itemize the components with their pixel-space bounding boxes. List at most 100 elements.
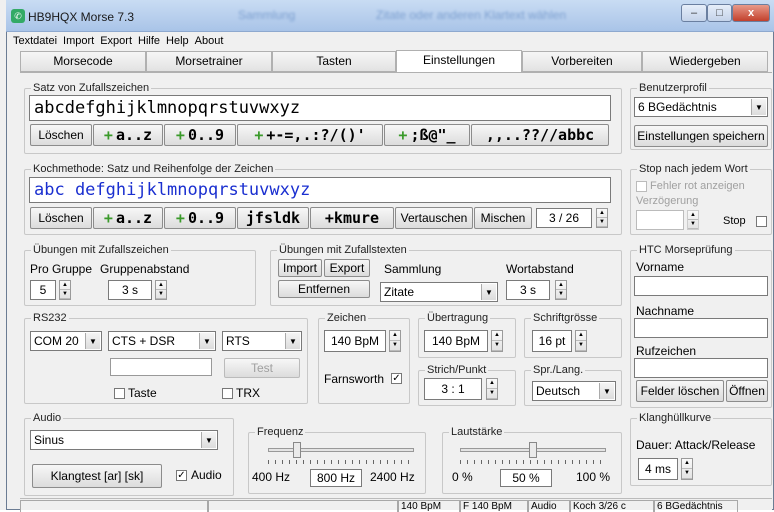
menu-hilfe[interactable]: Hilfe [138, 35, 160, 47]
spin-up-icon[interactable]: ▲ [487, 379, 497, 389]
transmission-speed-input[interactable]: 140 BpM [424, 330, 488, 352]
tab-morsetrainer[interactable]: Morsetrainer [146, 51, 272, 72]
spin-down-icon[interactable]: ▼ [597, 218, 607, 227]
koch-counter-spinner[interactable]: ▲ ▼ [596, 208, 608, 228]
spin-up-icon[interactable]: ▲ [688, 211, 698, 220]
rts-select[interactable]: RTS ▼ [222, 331, 302, 351]
export-button[interactable]: Export [324, 259, 370, 277]
rs232-test-button[interactable]: Test [224, 358, 300, 378]
random-chars-az-button[interactable]: + a..z [93, 124, 163, 146]
per-group-input[interactable]: 5 [30, 280, 56, 300]
menu-export[interactable]: Export [100, 35, 132, 47]
spin-up-icon[interactable]: ▲ [156, 281, 166, 290]
envelope-input[interactable]: 4 ms [638, 458, 678, 480]
delay-spinner[interactable]: ▲ ▼ [687, 210, 699, 230]
random-chars-09-button[interactable]: +0..9 [164, 124, 236, 146]
group-gap-spinner[interactable]: ▲ ▼ [155, 280, 167, 300]
com-port-select[interactable]: COM 20 ▼ [30, 331, 102, 351]
random-chars-input[interactable]: abcdefghijklmnopqrstuvwxyz [29, 95, 611, 121]
open-button[interactable]: Öffnen [726, 380, 768, 402]
chevron-down-icon[interactable]: ▼ [85, 333, 100, 349]
clear-fields-button[interactable]: Felder löschen [636, 380, 724, 402]
menu-textdatei[interactable]: Textdatei [13, 35, 57, 47]
fontsize-input[interactable]: 16 pt [532, 330, 572, 352]
random-chars-symbols3-button[interactable]: ,,..??//abbc [471, 124, 609, 146]
profile-select[interactable]: 6 BGedächtnis ▼ [634, 97, 768, 117]
lastname-input[interactable] [634, 318, 768, 338]
waveform-select[interactable]: Sinus ▼ [30, 430, 218, 450]
farnsworth-checkbox[interactable]: ✓ [391, 373, 402, 384]
import-button[interactable]: Import [278, 259, 322, 277]
ratio-input[interactable]: 3 : 1 [424, 378, 482, 400]
chevron-down-icon[interactable]: ▼ [599, 383, 614, 399]
zeichen-speed-input[interactable]: 140 BpM [324, 330, 386, 352]
random-chars-clear-button[interactable]: Löschen [30, 124, 92, 146]
frequency-slider-track[interactable] [268, 448, 414, 452]
spin-down-icon[interactable]: ▼ [576, 341, 586, 351]
save-settings-button[interactable]: Einstellungen speichern [634, 125, 768, 147]
audio-checkbox[interactable]: ✓ [176, 470, 187, 481]
koch-set2-button[interactable]: +kmure [310, 207, 394, 229]
tab-einstellungen[interactable]: Einstellungen [396, 50, 522, 73]
language-select[interactable]: Deutsch ▼ [532, 381, 616, 401]
spin-down-icon[interactable]: ▼ [60, 290, 70, 299]
spin-up-icon[interactable]: ▲ [556, 281, 566, 290]
spin-up-icon[interactable]: ▲ [60, 281, 70, 290]
signal-select[interactable]: CTS + DSR ▼ [108, 331, 216, 351]
chevron-down-icon[interactable]: ▼ [199, 333, 214, 349]
close-button[interactable]: x [732, 4, 770, 22]
spin-up-icon[interactable]: ▲ [576, 331, 586, 341]
spin-up-icon[interactable]: ▲ [390, 331, 400, 341]
error-red-checkbox[interactable] [636, 181, 647, 192]
spin-down-icon[interactable]: ▼ [492, 341, 502, 351]
koch-set1-button[interactable]: jfsldk [237, 207, 309, 229]
firstname-input[interactable] [634, 276, 768, 296]
sound-test-button[interactable]: Klangtest [ar] [sk] [32, 464, 162, 488]
koch-az-button[interactable]: + a..z [93, 207, 163, 229]
stop-checkbox[interactable] [756, 216, 767, 227]
remove-button[interactable]: Entfernen [278, 280, 370, 298]
per-group-spinner[interactable]: ▲ ▼ [59, 280, 71, 300]
fontsize-spinner[interactable]: ▲ ▼ [575, 330, 587, 352]
koch-mix-button[interactable]: Mischen [474, 207, 532, 229]
volume-slider-thumb[interactable] [529, 442, 537, 458]
chevron-down-icon[interactable]: ▼ [201, 432, 216, 448]
tab-wiedergeben[interactable]: Wiedergeben [642, 51, 768, 72]
tab-morsecode[interactable]: Morsecode [20, 51, 146, 72]
spin-down-icon[interactable]: ▼ [556, 290, 566, 299]
menu-import[interactable]: Import [63, 35, 94, 47]
menu-help[interactable]: Help [166, 35, 189, 47]
chevron-down-icon[interactable]: ▼ [751, 99, 766, 115]
transmission-speed-spinner[interactable]: ▲ ▼ [491, 330, 503, 352]
frequency-slider-thumb[interactable] [293, 442, 302, 458]
spin-down-icon[interactable]: ▼ [487, 389, 497, 399]
chevron-down-icon[interactable]: ▼ [285, 333, 300, 349]
koch-clear-button[interactable]: Löschen [30, 207, 92, 229]
chevron-down-icon[interactable]: ▼ [481, 284, 496, 300]
trx-checkbox[interactable] [222, 388, 233, 399]
ratio-spinner[interactable]: ▲ ▼ [486, 378, 498, 400]
tab-tasten[interactable]: Tasten [272, 51, 396, 72]
random-chars-symbols2-button[interactable]: + ;ß@"_ [384, 124, 470, 146]
minimize-button[interactable]: – [681, 4, 707, 22]
spin-up-icon[interactable]: ▲ [492, 331, 502, 341]
koch-counter[interactable]: 3 / 26 [536, 208, 592, 228]
spin-up-icon[interactable]: ▲ [682, 459, 692, 469]
koch-09-button[interactable]: +0..9 [164, 207, 236, 229]
spin-down-icon[interactable]: ▼ [682, 469, 692, 479]
envelope-spinner[interactable]: ▲ ▼ [681, 458, 693, 480]
word-gap-spinner[interactable]: ▲ ▼ [555, 280, 567, 300]
collection-select[interactable]: Zitate ▼ [380, 282, 498, 302]
spin-down-icon[interactable]: ▼ [390, 341, 400, 351]
maximize-button[interactable]: □ [707, 4, 732, 22]
zeichen-speed-spinner[interactable]: ▲ ▼ [389, 330, 401, 352]
tab-vorbereiten[interactable]: Vorbereiten [522, 51, 642, 72]
spin-up-icon[interactable]: ▲ [597, 209, 607, 218]
callsign-input[interactable] [634, 358, 768, 378]
menu-about[interactable]: About [195, 35, 224, 47]
koch-chars-input[interactable]: abc defghijklmnopqrstuvwxyz [29, 177, 611, 203]
word-gap-input[interactable]: 3 s [506, 280, 550, 300]
taste-checkbox[interactable] [114, 388, 125, 399]
koch-swap-button[interactable]: Vertauschen [395, 207, 473, 229]
group-gap-input[interactable]: 3 s [108, 280, 152, 300]
